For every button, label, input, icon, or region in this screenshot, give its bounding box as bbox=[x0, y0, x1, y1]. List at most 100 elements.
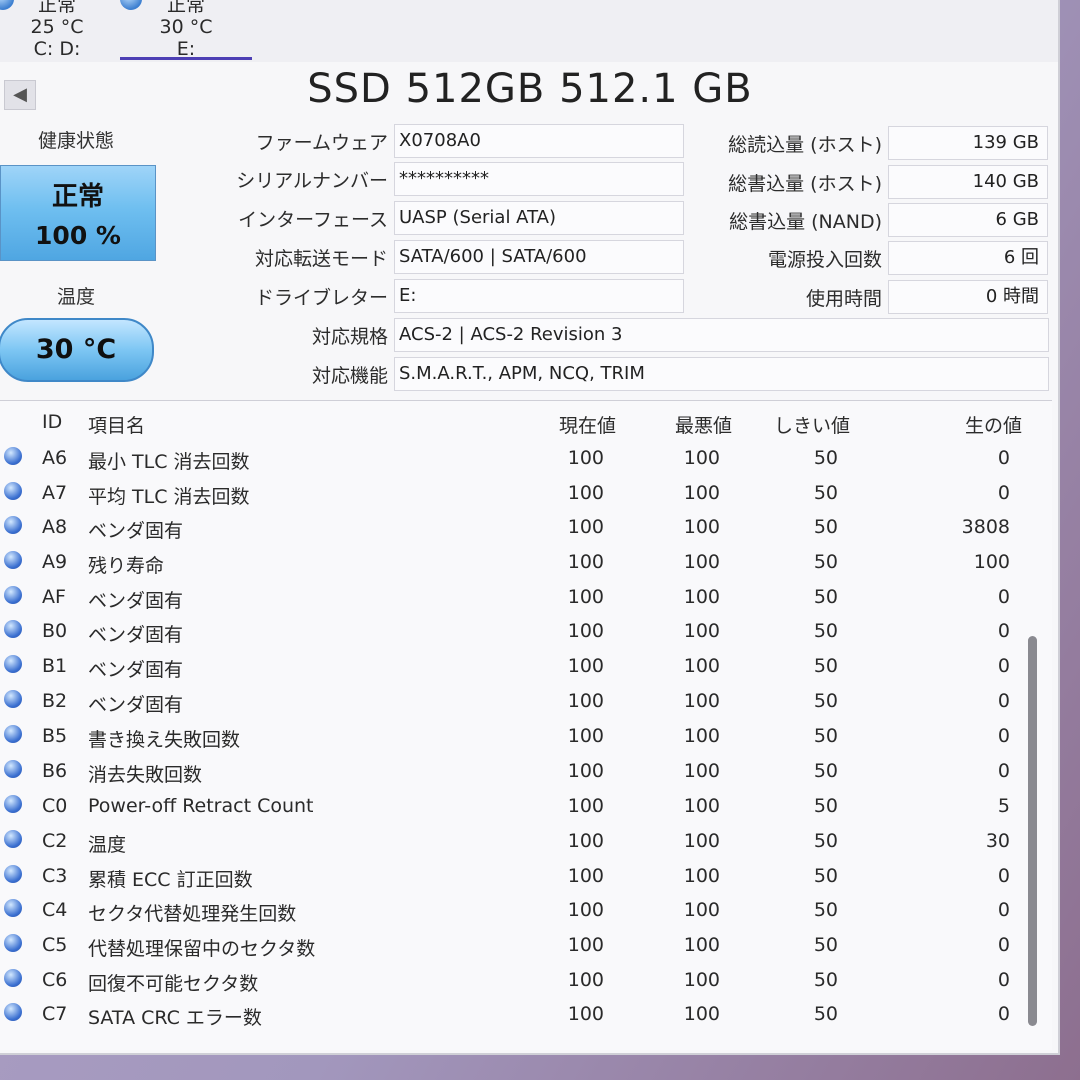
serial-value: ********** bbox=[394, 162, 684, 196]
drive-title: SSD 512GB 512.1 GB bbox=[307, 66, 753, 112]
attribute-name: 平均 TLC 消去回数 bbox=[88, 486, 250, 508]
status-dot-icon bbox=[4, 551, 22, 569]
status-dot-icon bbox=[4, 1003, 22, 1021]
table-row[interactable]: C5 代替処理保留中のセクタ数 100 100 50 0 bbox=[0, 930, 1040, 965]
standard-label: 対応規格 bbox=[311, 326, 388, 348]
column-header-threshold[interactable]: しきい値 bbox=[774, 411, 850, 438]
health-status-button[interactable]: 正常 100 % bbox=[0, 165, 156, 261]
attribute-id: C4 bbox=[42, 899, 68, 921]
attribute-threshold: 50 bbox=[813, 899, 838, 921]
table-row[interactable]: B6 消去失敗回数 100 100 50 0 bbox=[0, 756, 1040, 791]
attribute-worst: 100 bbox=[683, 725, 720, 747]
table-row[interactable]: C7 SATA CRC エラー数 100 100 50 0 bbox=[0, 999, 1040, 1034]
attribute-name: 累積 ECC 訂正回数 bbox=[88, 869, 253, 891]
attribute-id: B2 bbox=[42, 690, 68, 712]
attribute-raw: 0 bbox=[997, 482, 1010, 504]
attribute-worst: 100 bbox=[683, 690, 720, 712]
attribute-id: C0 bbox=[42, 795, 68, 817]
attribute-raw: 0 bbox=[997, 969, 1010, 991]
interface-value: UASP (Serial ATA) bbox=[394, 201, 684, 235]
column-header-worst[interactable]: 最悪値 bbox=[675, 411, 732, 438]
attribute-current: 100 bbox=[567, 482, 604, 504]
table-row[interactable]: C6 回復不可能セクタ数 100 100 50 0 bbox=[0, 965, 1040, 1000]
disk-tab-e[interactable]: 正常 30 °C E: bbox=[120, 0, 252, 60]
column-header-current[interactable]: 現在値 bbox=[559, 411, 616, 438]
status-dot-icon bbox=[4, 865, 22, 883]
table-row[interactable]: B0 ベンダ固有 100 100 50 0 bbox=[0, 616, 1040, 651]
disk-tab-bar: 正常 25 °C C: D: 正常 30 °C E: bbox=[0, 0, 1058, 62]
attribute-name: 代替処理保留中のセクタ数 bbox=[88, 938, 316, 960]
attribute-raw: 5 bbox=[997, 795, 1010, 817]
table-scrollbar[interactable] bbox=[1028, 636, 1037, 1026]
table-row[interactable]: A9 残り寿命 100 100 50 100 bbox=[0, 547, 1040, 582]
attribute-worst: 100 bbox=[683, 760, 720, 782]
table-row[interactable]: A8 ベンダ固有 100 100 50 3808 bbox=[0, 512, 1040, 547]
attribute-raw: 0 bbox=[997, 725, 1010, 747]
attribute-raw: 0 bbox=[997, 586, 1010, 608]
attribute-raw: 0 bbox=[997, 865, 1010, 887]
table-row[interactable]: B2 ベンダ固有 100 100 50 0 bbox=[0, 686, 1040, 721]
attribute-name: ベンダ固有 bbox=[88, 694, 184, 716]
attribute-threshold: 50 bbox=[813, 934, 838, 956]
attribute-raw: 100 bbox=[973, 551, 1010, 573]
attribute-current: 100 bbox=[567, 760, 604, 782]
attribute-worst: 100 bbox=[683, 1003, 720, 1025]
attribute-threshold: 50 bbox=[813, 447, 838, 469]
attribute-current: 100 bbox=[567, 1003, 604, 1025]
attribute-current: 100 bbox=[567, 586, 604, 608]
attribute-name: 書き換え失敗回数 bbox=[88, 729, 241, 751]
status-dot-icon bbox=[4, 795, 22, 813]
standard-value: ACS-2 | ACS-2 Revision 3 bbox=[394, 318, 1049, 352]
attribute-worst: 100 bbox=[683, 795, 720, 817]
attribute-name: 回復不可能セクタ数 bbox=[88, 973, 259, 995]
attribute-current: 100 bbox=[567, 795, 604, 817]
table-row[interactable]: A6 最小 TLC 消去回数 100 100 50 0 bbox=[0, 443, 1040, 478]
features-label: 対応機能 bbox=[311, 365, 388, 387]
interface-label: インターフェース bbox=[238, 209, 388, 231]
temperature-value[interactable]: 30 °C bbox=[0, 318, 154, 382]
firmware-label: ファームウェア bbox=[255, 132, 388, 154]
attribute-threshold: 50 bbox=[813, 620, 838, 642]
column-header-name[interactable]: 項目名 bbox=[88, 411, 145, 438]
attribute-raw: 0 bbox=[997, 690, 1010, 712]
attribute-worst: 100 bbox=[683, 516, 720, 538]
host-reads-label: 総読込量 (ホスト) bbox=[728, 134, 882, 156]
host-writes-label: 総書込量 (ホスト) bbox=[728, 173, 882, 195]
firmware-value: X0708A0 bbox=[394, 124, 684, 158]
column-header-raw[interactable]: 生の値 bbox=[965, 411, 1022, 438]
attribute-threshold: 50 bbox=[813, 586, 838, 608]
nand-writes-label: 総書込量 (NAND) bbox=[729, 211, 882, 233]
attribute-name: 温度 bbox=[88, 834, 127, 856]
table-row[interactable]: B5 書き換え失敗回数 100 100 50 0 bbox=[0, 721, 1040, 756]
health-status-text: 正常 bbox=[51, 182, 104, 212]
attribute-name: 残り寿命 bbox=[88, 555, 165, 577]
smart-attribute-table[interactable]: ID 項目名 現在値 最悪値 しきい値 生の値 A6 最小 TLC 消去回数 1… bbox=[0, 400, 1052, 1050]
table-row[interactable]: C0 Power-off Retract Count 100 100 50 5 bbox=[0, 791, 1040, 826]
disk-tab-c-d[interactable]: 正常 25 °C C: D: bbox=[0, 0, 102, 60]
table-row[interactable]: B1 ベンダ固有 100 100 50 0 bbox=[0, 651, 1040, 686]
table-row[interactable]: C2 温度 100 100 50 30 bbox=[0, 826, 1040, 861]
attribute-current: 100 bbox=[567, 690, 604, 712]
attribute-current: 100 bbox=[567, 620, 604, 642]
attribute-raw: 0 bbox=[997, 934, 1010, 956]
attribute-current: 100 bbox=[567, 551, 604, 573]
attribute-id: B5 bbox=[42, 725, 68, 747]
power-on-hours-value: 0 時間 bbox=[888, 280, 1048, 314]
table-row[interactable]: C4 セクタ代替処理発生回数 100 100 50 0 bbox=[0, 895, 1040, 930]
column-header-id[interactable]: ID bbox=[42, 411, 62, 433]
status-dot-icon bbox=[4, 482, 22, 500]
attribute-worst: 100 bbox=[683, 830, 720, 852]
attribute-id: B1 bbox=[42, 655, 68, 677]
attribute-name: セクタ代替処理発生回数 bbox=[88, 903, 297, 925]
attribute-raw: 30 bbox=[985, 830, 1010, 852]
status-dot-icon bbox=[4, 516, 22, 534]
attribute-id: A6 bbox=[42, 447, 68, 469]
status-dot-icon bbox=[4, 760, 22, 778]
health-label: 健康状態 bbox=[37, 130, 114, 152]
table-row[interactable]: C3 累積 ECC 訂正回数 100 100 50 0 bbox=[0, 861, 1040, 896]
transfer-mode-label: 対応転送モード bbox=[254, 248, 388, 270]
table-row[interactable]: AF ベンダ固有 100 100 50 0 bbox=[0, 582, 1040, 617]
attribute-id: B6 bbox=[42, 760, 68, 782]
attribute-raw: 0 bbox=[997, 447, 1010, 469]
table-row[interactable]: A7 平均 TLC 消去回数 100 100 50 0 bbox=[0, 478, 1040, 513]
